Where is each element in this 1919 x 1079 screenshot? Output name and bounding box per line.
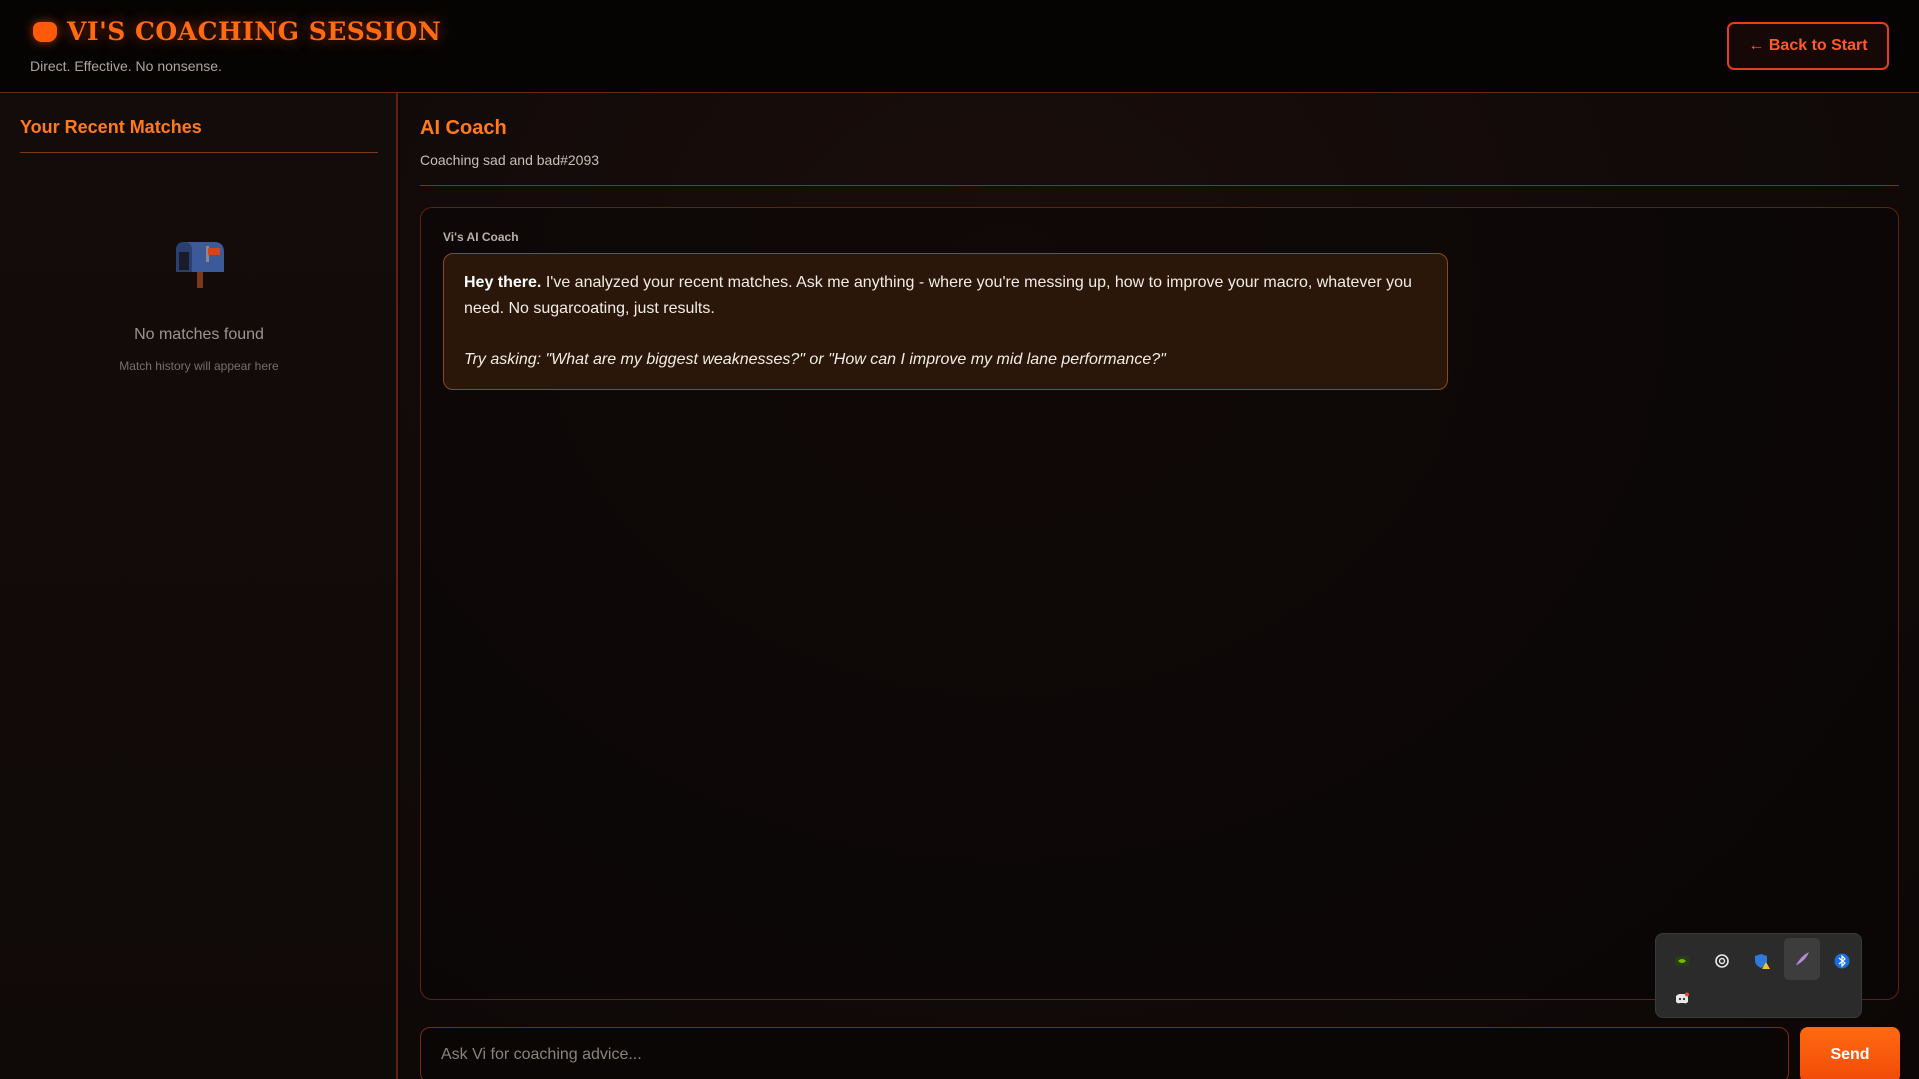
divider <box>420 185 1899 186</box>
bluetooth-icon[interactable] <box>1824 943 1860 979</box>
back-to-start-button[interactable]: ← Back to Start <box>1727 22 1889 70</box>
coach-main-panel: AI Coach Coaching sad and bad#2093 Vi's … <box>400 93 1919 1079</box>
message-body: I've analyzed your recent matches. Ask m… <box>464 274 1412 317</box>
empty-state-subtitle: Match history will appear here <box>119 359 279 373</box>
nvidia-icon[interactable] <box>1664 943 1700 979</box>
message-greeting: Hey there. <box>464 274 542 291</box>
fist-icon <box>33 21 57 42</box>
coach-subtitle: Coaching sad and bad#2093 <box>420 152 600 168</box>
copilot-icon[interactable] <box>1704 943 1740 979</box>
system-tray-popup <box>1655 933 1862 1018</box>
coach-message-bubble: Hey there. I've analyzed your recent mat… <box>443 253 1448 390</box>
chat-input[interactable] <box>420 1027 1789 1079</box>
recent-matches-sidebar: Your Recent Matches No matches found Mat… <box>0 93 398 1079</box>
brand: VI'S COACHING SESSION <box>33 17 441 46</box>
tagline: Direct. Effective. No nonsense. <box>30 58 222 74</box>
app-header: VI'S COACHING SESSION Direct. Effective.… <box>0 0 1919 93</box>
chat-messages-panel[interactable]: Vi's AI Coach Hey there. I've analyzed y… <box>420 207 1899 1000</box>
coach-title: AI Coach <box>420 117 507 139</box>
security-warning-icon[interactable] <box>1744 943 1780 979</box>
empty-state-title: No matches found <box>134 326 264 343</box>
feather-icon[interactable] <box>1784 938 1820 980</box>
message-tip: Try asking: "What are my biggest weaknes… <box>464 351 1166 368</box>
send-button[interactable]: Send <box>1800 1027 1900 1079</box>
discord-icon[interactable] <box>1664 981 1700 1017</box>
sidebar-title: Your Recent Matches <box>20 117 378 153</box>
message-sender: Vi's AI Coach <box>443 230 519 244</box>
app-title: VI'S COACHING SESSION <box>67 17 442 46</box>
mailbox-icon <box>176 242 224 288</box>
